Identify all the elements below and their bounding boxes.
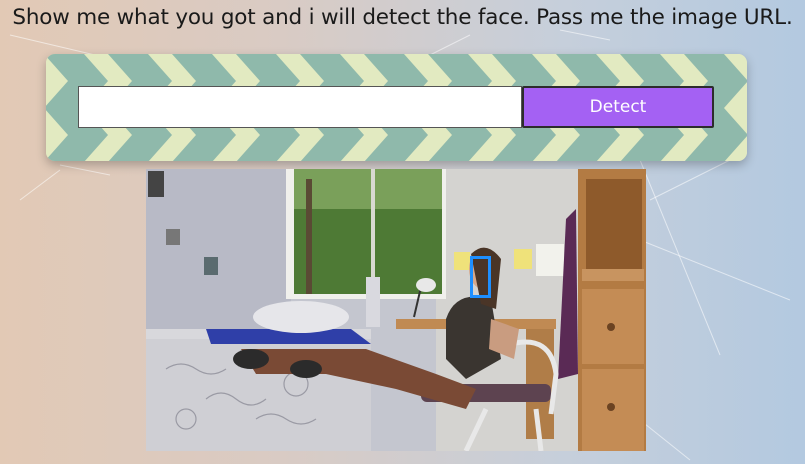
page-prompt: Show me what you got and i will detect t… — [12, 5, 793, 30]
image-url-input[interactable] — [78, 86, 522, 128]
url-form-panel: Detect — [46, 54, 747, 161]
detect-button[interactable]: Detect — [522, 86, 714, 128]
face-detection-box — [470, 256, 491, 298]
result-image — [146, 169, 646, 451]
